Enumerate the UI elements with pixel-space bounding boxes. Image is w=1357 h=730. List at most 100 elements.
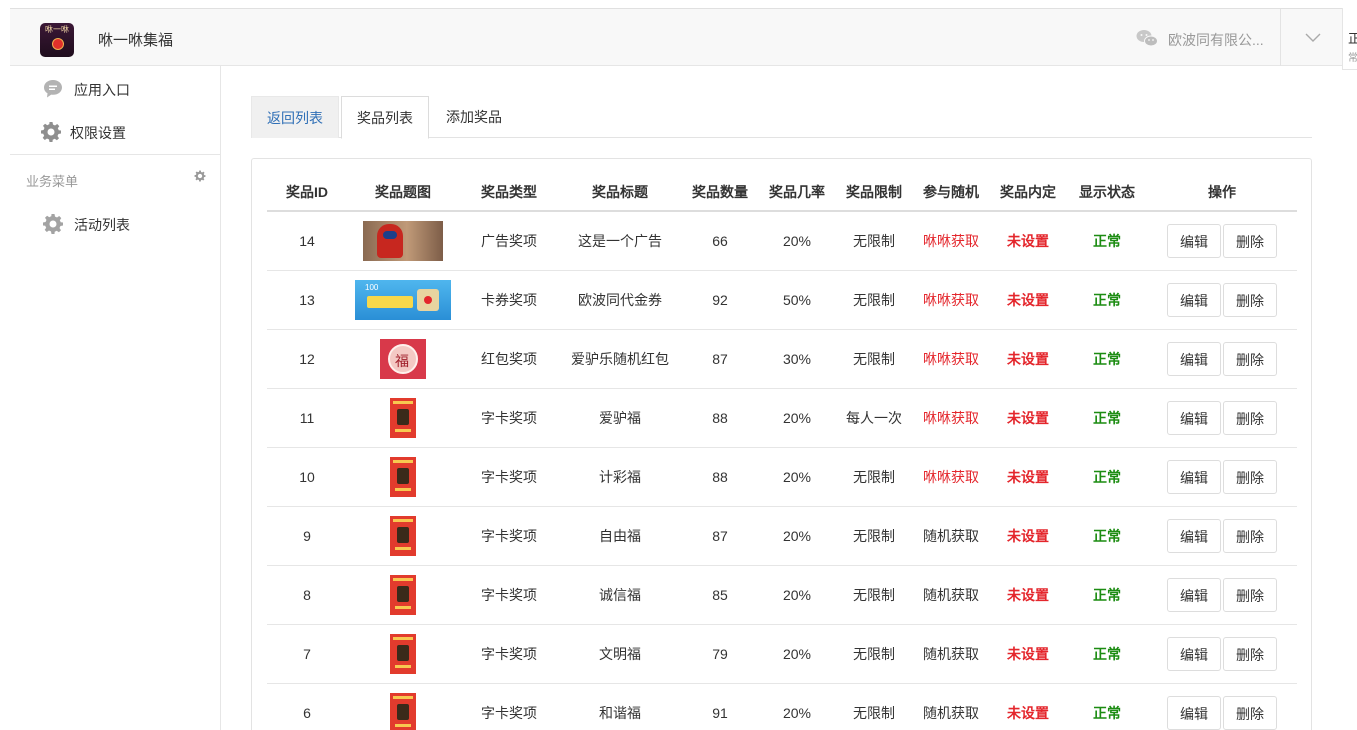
prize-image-fu-card: [390, 397, 416, 438]
delete-button[interactable]: 删除: [1223, 518, 1277, 553]
prize-image-fu-card: [390, 574, 416, 615]
prize-quantity: 87: [681, 506, 759, 566]
delete-button[interactable]: 删除: [1223, 636, 1277, 671]
prize-type: 字卡奖项: [459, 506, 559, 566]
delete-button[interactable]: 删除: [1223, 577, 1277, 612]
prize-image-fu-card: [390, 633, 416, 674]
prize-title: 文明福: [559, 624, 681, 684]
prize-type: 字卡奖项: [459, 565, 559, 625]
edit-button[interactable]: 编辑: [1167, 223, 1221, 258]
col-header-random: 参与随机: [913, 173, 989, 212]
prize-type: 字卡奖项: [459, 683, 559, 730]
prize-rate: 20%: [759, 447, 835, 507]
tab-add-prize[interactable]: 添加奖品: [431, 96, 519, 138]
sidebar-item-label: 应用入口: [74, 82, 130, 98]
prize-type: 字卡奖项: [459, 624, 559, 684]
logo-text: 咻一咻: [45, 25, 69, 34]
table-row: 14 广告奖项 这是一个广告 66 20% 无限制 咻咻获取 未设置 正常 编辑 删除: [267, 211, 1297, 271]
table-row: 12 福红包奖项 爱驴乐随机红包 87 30% 无限制 咻咻获取 未设置 正常 编辑 删除: [267, 329, 1297, 389]
table-row: 11 字卡奖项 爱驴福 88 20% 每人一次 咻咻获取 未设置 正常 编辑 删除: [267, 388, 1297, 448]
sidebar-item-app-entry[interactable]: 应用入口: [10, 68, 220, 108]
col-header-actions: 操作: [1147, 173, 1297, 212]
delete-button[interactable]: 删除: [1223, 223, 1277, 258]
chevron-down-icon[interactable]: [1305, 31, 1321, 43]
prize-preset: 未设置: [989, 683, 1067, 730]
delete-button[interactable]: 删除: [1223, 400, 1277, 435]
table-row: 7 字卡奖项 文明福 79 20% 无限制 随机获取 未设置 正常 编辑 删除: [267, 624, 1297, 684]
app-logo[interactable]: 咻一咻: [40, 23, 74, 57]
edit-button[interactable]: 编辑: [1167, 518, 1221, 553]
prize-preset: 未设置: [989, 565, 1067, 625]
prize-status: 正常: [1067, 388, 1147, 448]
prize-quantity: 88: [681, 388, 759, 448]
prize-image-cell: [347, 447, 459, 507]
prize-title: 和谐福: [559, 683, 681, 730]
prize-quantity: 91: [681, 683, 759, 730]
prize-rate: 50%: [759, 270, 835, 330]
prize-image-cell: [347, 624, 459, 684]
prize-actions: 编辑 删除: [1147, 565, 1297, 625]
prize-id: 10: [267, 447, 347, 507]
prize-id: 12: [267, 329, 347, 389]
delete-button[interactable]: 删除: [1223, 459, 1277, 494]
prize-limit: 无限制: [835, 447, 913, 507]
edit-button[interactable]: 编辑: [1167, 341, 1221, 376]
prize-status: 正常: [1067, 565, 1147, 625]
account-name[interactable]: 欧波同有限公...: [1168, 30, 1264, 50]
edit-button[interactable]: 编辑: [1167, 282, 1221, 317]
prize-image-cell: [347, 388, 459, 448]
prize-limit: 无限制: [835, 506, 913, 566]
delete-button[interactable]: 删除: [1223, 695, 1277, 730]
prize-image-cell: [347, 506, 459, 566]
sidebar-section-title: 业务菜单: [26, 174, 79, 189]
tab-prize-list[interactable]: 奖品列表: [341, 96, 429, 139]
right-strip-text: 正: [1348, 28, 1357, 47]
sidebar-divider: [10, 154, 220, 155]
prize-status: 正常: [1067, 506, 1147, 566]
prize-status: 正常: [1067, 211, 1147, 271]
prize-title: 诚信福: [559, 565, 681, 625]
edit-button[interactable]: 编辑: [1167, 459, 1221, 494]
tab-back-to-list[interactable]: 返回列表: [251, 96, 339, 138]
col-header-type: 奖品类型: [459, 173, 559, 212]
prize-id: 6: [267, 683, 347, 730]
prize-image-coupon: 100: [355, 279, 451, 320]
prize-random: 随机获取: [913, 683, 989, 730]
prize-actions: 编辑 删除: [1147, 329, 1297, 389]
edit-button[interactable]: 编辑: [1167, 695, 1221, 730]
prize-preset: 未设置: [989, 270, 1067, 330]
prize-status: 正常: [1067, 683, 1147, 730]
table-row: 13 100 卡券奖项 欧波同代金券 92 50% 无限制 咻咻获取 未设置 正常 编辑 删除: [267, 270, 1297, 330]
prize-image-fu-card: [390, 692, 416, 730]
prize-limit: 无限制: [835, 270, 913, 330]
prize-title: 爱驴乐随机红包: [559, 329, 681, 389]
sidebar-item-permissions[interactable]: 权限设置: [10, 112, 220, 152]
edit-button[interactable]: 编辑: [1167, 636, 1221, 671]
prize-image-cell: 福: [347, 329, 459, 389]
gear-icon: [43, 214, 63, 234]
prize-quantity: 88: [681, 447, 759, 507]
prize-type: 卡券奖项: [459, 270, 559, 330]
edit-button[interactable]: 编辑: [1167, 400, 1221, 435]
prize-rate: 20%: [759, 388, 835, 448]
delete-button[interactable]: 删除: [1223, 341, 1277, 376]
prize-actions: 编辑 删除: [1147, 624, 1297, 684]
prize-type: 字卡奖项: [459, 388, 559, 448]
col-header-title: 奖品标题: [559, 173, 681, 212]
prize-type: 红包奖项: [459, 329, 559, 389]
sidebar-item-label: 活动列表: [74, 217, 130, 233]
prize-preset: 未设置: [989, 447, 1067, 507]
prize-random: 咻咻获取: [913, 447, 989, 507]
edit-button[interactable]: 编辑: [1167, 577, 1221, 612]
topbar-divider: [1280, 9, 1281, 67]
prize-actions: 编辑 删除: [1147, 388, 1297, 448]
prize-image-fu-card: [390, 456, 416, 497]
prize-id: 9: [267, 506, 347, 566]
delete-button[interactable]: 删除: [1223, 282, 1277, 317]
prize-status: 正常: [1067, 624, 1147, 684]
prize-title: 自由福: [559, 506, 681, 566]
gear-icon[interactable]: [194, 170, 206, 182]
sidebar-item-activity-list[interactable]: 活动列表: [10, 204, 220, 244]
prize-rate: 20%: [759, 683, 835, 730]
prize-image-redpack: 福: [380, 338, 426, 379]
